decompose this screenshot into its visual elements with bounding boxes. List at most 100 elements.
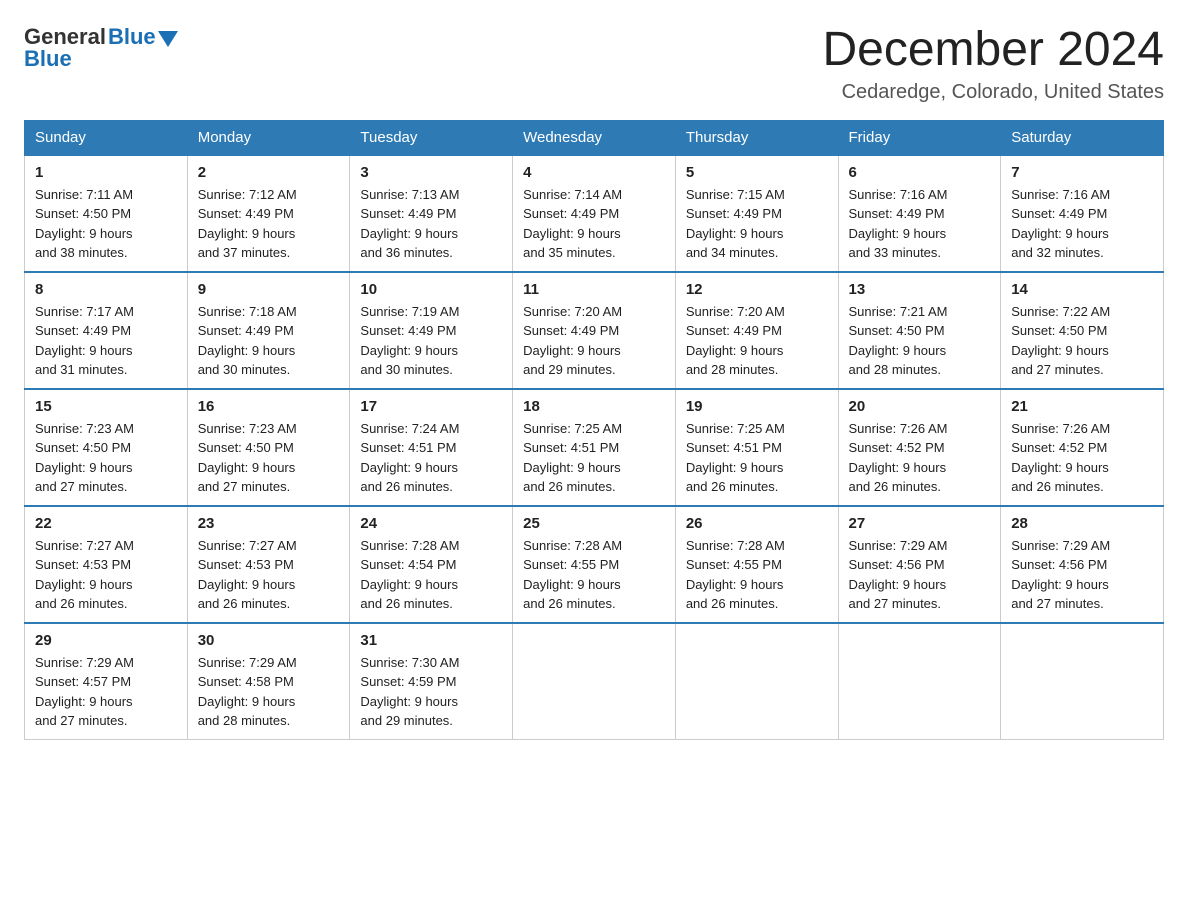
calendar-cell	[838, 623, 1001, 740]
day-info: Sunrise: 7:24 AM Sunset: 4:51 PM Dayligh…	[360, 419, 502, 497]
week-row-1: 1 Sunrise: 7:11 AM Sunset: 4:50 PM Dayli…	[25, 155, 1164, 272]
week-row-2: 8 Sunrise: 7:17 AM Sunset: 4:49 PM Dayli…	[25, 272, 1164, 389]
day-info: Sunrise: 7:23 AM Sunset: 4:50 PM Dayligh…	[198, 419, 340, 497]
day-info: Sunrise: 7:16 AM Sunset: 4:49 PM Dayligh…	[1011, 185, 1153, 263]
calendar-cell: 28 Sunrise: 7:29 AM Sunset: 4:56 PM Dayl…	[1001, 506, 1164, 623]
calendar-cell: 5 Sunrise: 7:15 AM Sunset: 4:49 PM Dayli…	[675, 155, 838, 272]
logo-blue-underline: Blue	[24, 46, 72, 72]
calendar-cell: 17 Sunrise: 7:24 AM Sunset: 4:51 PM Dayl…	[350, 389, 513, 506]
day-info: Sunrise: 7:16 AM Sunset: 4:49 PM Dayligh…	[849, 185, 991, 263]
calendar-cell: 23 Sunrise: 7:27 AM Sunset: 4:53 PM Dayl…	[187, 506, 350, 623]
calendar-cell: 18 Sunrise: 7:25 AM Sunset: 4:51 PM Dayl…	[513, 389, 676, 506]
day-number: 20	[849, 398, 991, 415]
day-info: Sunrise: 7:25 AM Sunset: 4:51 PM Dayligh…	[686, 419, 828, 497]
title-block: December 2024 Cedaredge, Colorado, Unite…	[822, 24, 1164, 104]
day-info: Sunrise: 7:14 AM Sunset: 4:49 PM Dayligh…	[523, 185, 665, 263]
day-info: Sunrise: 7:26 AM Sunset: 4:52 PM Dayligh…	[1011, 419, 1153, 497]
day-info: Sunrise: 7:29 AM Sunset: 4:58 PM Dayligh…	[198, 653, 340, 731]
day-info: Sunrise: 7:29 AM Sunset: 4:56 PM Dayligh…	[1011, 536, 1153, 614]
header-day-saturday: Saturday	[1001, 120, 1164, 155]
day-number: 29	[35, 632, 177, 649]
day-info: Sunrise: 7:13 AM Sunset: 4:49 PM Dayligh…	[360, 185, 502, 263]
calendar-cell: 9 Sunrise: 7:18 AM Sunset: 4:49 PM Dayli…	[187, 272, 350, 389]
calendar-cell: 25 Sunrise: 7:28 AM Sunset: 4:55 PM Dayl…	[513, 506, 676, 623]
day-info: Sunrise: 7:28 AM Sunset: 4:54 PM Dayligh…	[360, 536, 502, 614]
day-number: 13	[849, 281, 991, 298]
day-info: Sunrise: 7:29 AM Sunset: 4:57 PM Dayligh…	[35, 653, 177, 731]
calendar-header: SundayMondayTuesdayWednesdayThursdayFrid…	[25, 120, 1164, 155]
calendar-cell	[675, 623, 838, 740]
calendar-cell: 22 Sunrise: 7:27 AM Sunset: 4:53 PM Dayl…	[25, 506, 188, 623]
day-number: 7	[1011, 164, 1153, 181]
day-number: 26	[686, 515, 828, 532]
calendar-body: 1 Sunrise: 7:11 AM Sunset: 4:50 PM Dayli…	[25, 155, 1164, 740]
calendar-cell: 1 Sunrise: 7:11 AM Sunset: 4:50 PM Dayli…	[25, 155, 188, 272]
location-title: Cedaredge, Colorado, United States	[822, 81, 1164, 104]
calendar-cell: 26 Sunrise: 7:28 AM Sunset: 4:55 PM Dayl…	[675, 506, 838, 623]
day-info: Sunrise: 7:23 AM Sunset: 4:50 PM Dayligh…	[35, 419, 177, 497]
header-day-thursday: Thursday	[675, 120, 838, 155]
day-number: 21	[1011, 398, 1153, 415]
calendar-cell	[513, 623, 676, 740]
day-number: 3	[360, 164, 502, 181]
calendar-cell: 7 Sunrise: 7:16 AM Sunset: 4:49 PM Dayli…	[1001, 155, 1164, 272]
day-number: 28	[1011, 515, 1153, 532]
day-number: 31	[360, 632, 502, 649]
header-day-tuesday: Tuesday	[350, 120, 513, 155]
logo-triangle-icon	[158, 31, 178, 47]
day-number: 2	[198, 164, 340, 181]
day-info: Sunrise: 7:15 AM Sunset: 4:49 PM Dayligh…	[686, 185, 828, 263]
calendar-cell: 11 Sunrise: 7:20 AM Sunset: 4:49 PM Dayl…	[513, 272, 676, 389]
calendar-cell: 4 Sunrise: 7:14 AM Sunset: 4:49 PM Dayli…	[513, 155, 676, 272]
header-day-sunday: Sunday	[25, 120, 188, 155]
day-number: 11	[523, 281, 665, 298]
day-number: 25	[523, 515, 665, 532]
calendar-cell: 14 Sunrise: 7:22 AM Sunset: 4:50 PM Dayl…	[1001, 272, 1164, 389]
calendar-cell: 27 Sunrise: 7:29 AM Sunset: 4:56 PM Dayl…	[838, 506, 1001, 623]
logo: General Blue Blue	[24, 24, 178, 72]
day-info: Sunrise: 7:26 AM Sunset: 4:52 PM Dayligh…	[849, 419, 991, 497]
day-number: 19	[686, 398, 828, 415]
day-number: 17	[360, 398, 502, 415]
day-number: 18	[523, 398, 665, 415]
day-info: Sunrise: 7:20 AM Sunset: 4:49 PM Dayligh…	[523, 302, 665, 380]
calendar-cell: 16 Sunrise: 7:23 AM Sunset: 4:50 PM Dayl…	[187, 389, 350, 506]
day-info: Sunrise: 7:12 AM Sunset: 4:49 PM Dayligh…	[198, 185, 340, 263]
header-day-wednesday: Wednesday	[513, 120, 676, 155]
calendar-cell: 2 Sunrise: 7:12 AM Sunset: 4:49 PM Dayli…	[187, 155, 350, 272]
day-number: 27	[849, 515, 991, 532]
calendar-cell: 15 Sunrise: 7:23 AM Sunset: 4:50 PM Dayl…	[25, 389, 188, 506]
month-title: December 2024	[822, 24, 1164, 77]
calendar-cell: 3 Sunrise: 7:13 AM Sunset: 4:49 PM Dayli…	[350, 155, 513, 272]
day-number: 23	[198, 515, 340, 532]
day-number: 16	[198, 398, 340, 415]
calendar-cell: 31 Sunrise: 7:30 AM Sunset: 4:59 PM Dayl…	[350, 623, 513, 740]
calendar-cell	[1001, 623, 1164, 740]
day-info: Sunrise: 7:25 AM Sunset: 4:51 PM Dayligh…	[523, 419, 665, 497]
calendar-cell: 19 Sunrise: 7:25 AM Sunset: 4:51 PM Dayl…	[675, 389, 838, 506]
calendar-cell: 8 Sunrise: 7:17 AM Sunset: 4:49 PM Dayli…	[25, 272, 188, 389]
day-number: 30	[198, 632, 340, 649]
day-info: Sunrise: 7:28 AM Sunset: 4:55 PM Dayligh…	[523, 536, 665, 614]
day-number: 8	[35, 281, 177, 298]
day-info: Sunrise: 7:28 AM Sunset: 4:55 PM Dayligh…	[686, 536, 828, 614]
calendar-cell: 21 Sunrise: 7:26 AM Sunset: 4:52 PM Dayl…	[1001, 389, 1164, 506]
day-info: Sunrise: 7:19 AM Sunset: 4:49 PM Dayligh…	[360, 302, 502, 380]
calendar-cell: 24 Sunrise: 7:28 AM Sunset: 4:54 PM Dayl…	[350, 506, 513, 623]
day-info: Sunrise: 7:27 AM Sunset: 4:53 PM Dayligh…	[198, 536, 340, 614]
day-number: 6	[849, 164, 991, 181]
day-info: Sunrise: 7:20 AM Sunset: 4:49 PM Dayligh…	[686, 302, 828, 380]
day-number: 4	[523, 164, 665, 181]
calendar-cell: 13 Sunrise: 7:21 AM Sunset: 4:50 PM Dayl…	[838, 272, 1001, 389]
day-number: 5	[686, 164, 828, 181]
calendar-cell: 6 Sunrise: 7:16 AM Sunset: 4:49 PM Dayli…	[838, 155, 1001, 272]
day-number: 9	[198, 281, 340, 298]
header-day-friday: Friday	[838, 120, 1001, 155]
day-number: 22	[35, 515, 177, 532]
day-info: Sunrise: 7:11 AM Sunset: 4:50 PM Dayligh…	[35, 185, 177, 263]
day-info: Sunrise: 7:17 AM Sunset: 4:49 PM Dayligh…	[35, 302, 177, 380]
calendar-table: SundayMondayTuesdayWednesdayThursdayFrid…	[24, 120, 1164, 740]
calendar-cell: 10 Sunrise: 7:19 AM Sunset: 4:49 PM Dayl…	[350, 272, 513, 389]
day-number: 10	[360, 281, 502, 298]
day-number: 12	[686, 281, 828, 298]
